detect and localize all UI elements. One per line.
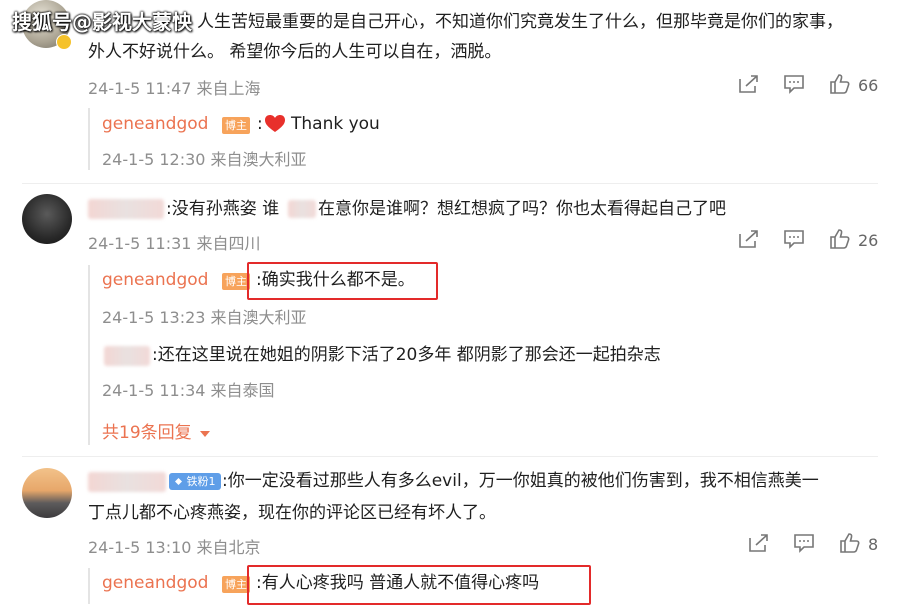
comment-button[interactable] <box>783 74 805 94</box>
like-icon <box>830 74 850 94</box>
share-button[interactable] <box>748 533 770 553</box>
comment-meta: 24-1-5 13:10 来自北京 <box>88 538 261 557</box>
username-redacted <box>88 199 164 219</box>
like-count: 26 <box>858 231 879 250</box>
reply-text: :有人心疼我吗 普通人就不值得心疼吗 <box>256 573 540 593</box>
expand-replies-label: 共19条回复 <box>102 423 192 443</box>
share-icon <box>739 230 758 248</box>
share-icon <box>749 534 768 552</box>
triangle-down-icon <box>199 430 210 437</box>
share-icon <box>739 75 758 93</box>
share-button[interactable] <box>738 74 760 94</box>
like-button[interactable] <box>829 73 851 95</box>
comment-text-suffix: 在意你是谁啊？想红想疯了吗？你也太看得起自己了吧 <box>318 199 726 219</box>
avatar[interactable] <box>22 468 72 518</box>
comment-icon <box>784 230 804 249</box>
reply-meta: 24-1-5 12:30 来自澳大利亚 <box>102 150 307 169</box>
reply-text: :确实我什么都不是。 <box>256 270 415 290</box>
reply-bar <box>88 265 90 445</box>
comment-text: :没有孙燕姿 谁 <box>166 199 280 219</box>
divider <box>22 183 878 184</box>
avatar[interactable] <box>22 194 72 244</box>
fan-badge-label: 铁粉1 <box>186 475 216 488</box>
reply-text: :还在这里说在她姐的阴影下活了20多年 都阴影了那会还一起拍杂志 <box>152 345 661 365</box>
reply-bar <box>88 108 90 170</box>
comment-text: 人生苦短最重要的是自己开心，不知道你们究竟发生了什么，但那毕竟是你们的家事， <box>197 12 843 32</box>
like-button[interactable] <box>829 228 851 250</box>
reply-meta: 24-1-5 13:23 来自澳大利亚 <box>102 308 307 327</box>
comment-button[interactable] <box>793 533 815 553</box>
watermark: 搜狐号@影视大蒙怏 <box>12 10 192 34</box>
comment-icon <box>784 75 804 94</box>
reply-bar <box>88 568 90 604</box>
reply-text: Thank you <box>291 114 380 134</box>
reply-sep: : <box>257 114 263 134</box>
like-count: 66 <box>858 76 879 95</box>
comment-text: :你一定没看过那些人有多么evil，万一你姐真的被他们伤害到，我不相信燕美一 <box>222 471 819 491</box>
expand-replies-link[interactable]: 共19条回复 <box>102 418 211 443</box>
heart-icon <box>264 114 286 138</box>
comment-button[interactable] <box>783 229 805 249</box>
comment-text-line2: 外人不好说什么。 希望你今后的人生可以自在，洒脱。 <box>88 42 502 62</box>
username-redacted <box>88 472 166 492</box>
username-redacted <box>104 346 150 366</box>
author-badge: 博主 <box>222 273 250 290</box>
fan-badge: 铁粉1 <box>169 473 221 490</box>
like-count: 8 <box>868 535 879 554</box>
reply-username[interactable]: geneandgod <box>102 270 208 290</box>
comment-icon <box>794 534 814 553</box>
like-icon <box>830 229 850 249</box>
comment-meta: 24-1-5 11:47 来自上海 <box>88 79 261 98</box>
divider <box>22 456 878 457</box>
fan-badge-icon <box>175 478 182 485</box>
author-badge: 博主 <box>222 576 250 593</box>
reply-username[interactable]: geneandgod <box>102 573 208 593</box>
like-icon <box>840 533 860 553</box>
like-button[interactable] <box>839 532 861 554</box>
redacted-word <box>288 200 316 218</box>
reply-username[interactable]: geneandgod <box>102 114 208 134</box>
comment-meta: 24-1-5 11:31 来自四川 <box>88 234 261 253</box>
reply-meta: 24-1-5 11:34 来自泰国 <box>102 381 275 400</box>
comment-text-line2: 丁点儿都不心疼燕姿，现在你的评论区已经有坏人了。 <box>88 503 496 523</box>
verified-badge-icon <box>56 34 72 50</box>
share-button[interactable] <box>738 229 760 249</box>
author-badge: 博主 <box>222 117 250 134</box>
